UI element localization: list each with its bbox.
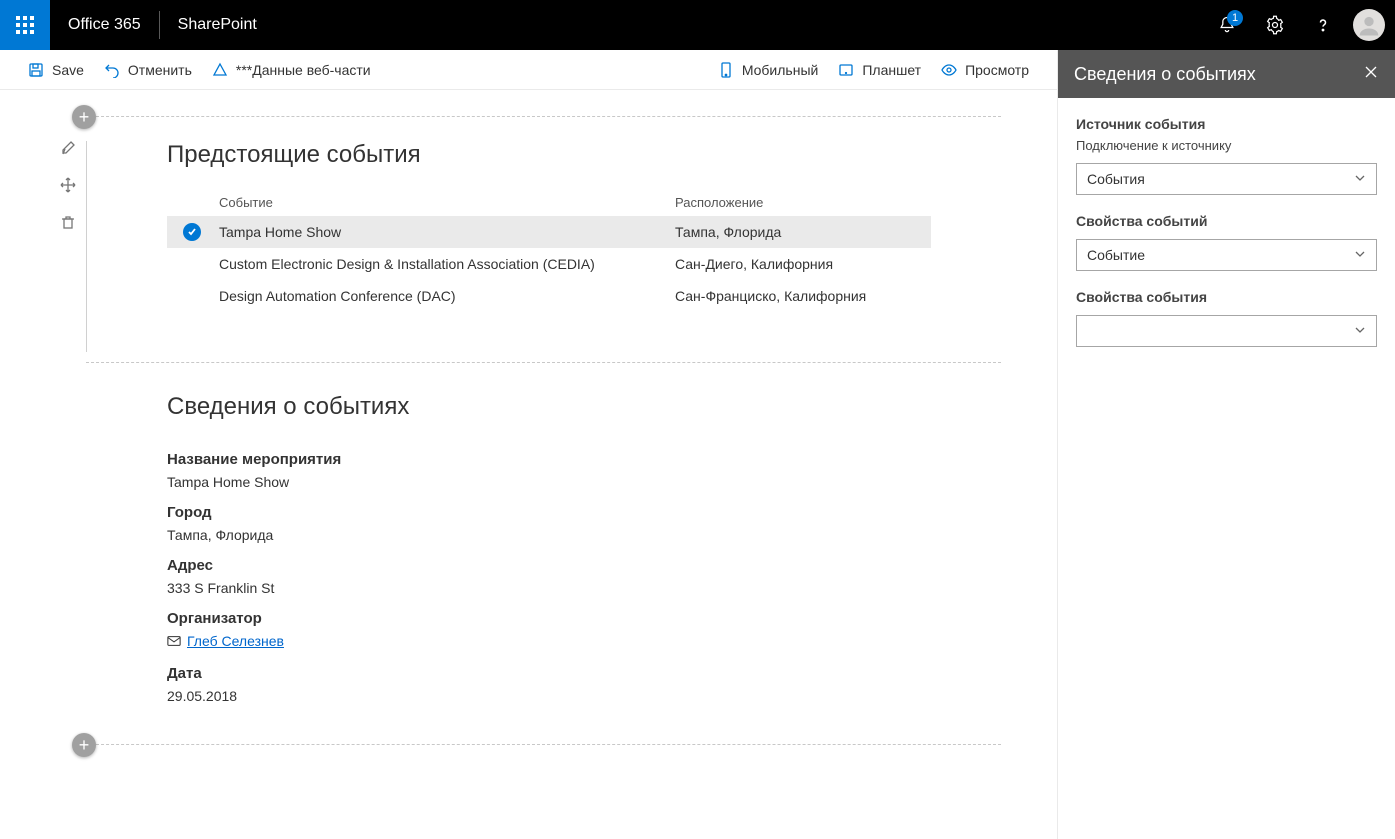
app-name-label[interactable]: SharePoint (160, 16, 275, 34)
add-section-button-bottom[interactable]: + (72, 733, 96, 757)
add-section-button-top[interactable]: + (72, 105, 96, 129)
table-header: Событие Расположение (167, 189, 931, 216)
tablet-label: Планшет (862, 62, 921, 78)
tablet-icon (838, 62, 854, 78)
organizer-label: Организатор (167, 610, 931, 627)
city-value: Тампа, Флорида (167, 527, 931, 543)
panel-close-button[interactable] (1363, 64, 1379, 85)
props-heading: Свойства событий (1076, 213, 1377, 229)
notifications-button[interactable]: 1 (1203, 0, 1251, 50)
source-heading: Источник события (1076, 116, 1377, 132)
cell-event: Design Automation Conference (DAC) (219, 288, 675, 304)
cell-location: Сан-Франциско, Калифорния (675, 288, 931, 304)
name-label: Название мероприятия (167, 451, 931, 468)
cancel-button[interactable]: Отменить (94, 50, 202, 90)
webpart-data-label: ***Данные веб-части (236, 62, 371, 78)
app-launcher-button[interactable] (0, 0, 50, 50)
date-value: 29.05.2018 (167, 688, 931, 704)
mail-icon (167, 634, 181, 648)
col-header-location: Расположение (675, 195, 931, 210)
date-label: Дата (167, 665, 931, 682)
name-value: Tampa Home Show (167, 474, 931, 490)
source-dropdown-value: События (1087, 171, 1145, 187)
event-prop-heading: Свойства события (1076, 289, 1377, 305)
settings-button[interactable] (1251, 0, 1299, 50)
mobile-icon (718, 62, 734, 78)
mobile-view-button[interactable]: Мобильный (708, 50, 829, 90)
chevron-down-icon (1354, 171, 1366, 187)
preview-label: Просмотр (965, 62, 1029, 78)
edit-icon (60, 140, 76, 156)
address-value: 333 S Franklin St (167, 580, 931, 596)
move-webpart-button[interactable] (60, 177, 76, 196)
webpart-edit-rail (60, 140, 76, 233)
check-icon (183, 223, 201, 241)
canvas-area: Save Отменить ***Данные веб-части Мобиль… (0, 50, 1057, 839)
move-icon (60, 177, 76, 193)
event-details-webpart: Сведения о событиях Название мероприятия… (86, 393, 1001, 704)
connect-label: Подключение к источнику (1076, 138, 1377, 153)
save-button[interactable]: Save (18, 50, 94, 90)
table-row[interactable]: Design Automation Conference (DAC)Сан-Фр… (167, 280, 931, 312)
property-panel: Сведения о событиях Источник события Под… (1057, 50, 1395, 839)
close-icon (1363, 64, 1379, 80)
brand-label[interactable]: Office 365 (50, 16, 159, 34)
cell-location: Тампа, Флорида (675, 224, 931, 240)
preview-button[interactable]: Просмотр (931, 50, 1039, 90)
city-label: Город (167, 504, 931, 521)
eye-icon (941, 62, 957, 78)
question-icon (1313, 15, 1333, 35)
source-dropdown[interactable]: События (1076, 163, 1377, 195)
props-dropdown-value: Событие (1087, 247, 1145, 263)
chevron-down-icon (1354, 247, 1366, 263)
section-divider-bottom: + (86, 744, 1001, 745)
organizer-value: Глеб Селезнев (187, 633, 284, 649)
cell-location: Сан-Диего, Калифорния (675, 256, 931, 272)
undo-icon (104, 62, 120, 78)
gear-icon (1265, 15, 1285, 35)
help-button[interactable] (1299, 0, 1347, 50)
cancel-label: Отменить (128, 62, 192, 78)
props-dropdown[interactable]: Событие (1076, 239, 1377, 271)
tablet-view-button[interactable]: Планшет (828, 50, 931, 90)
event-prop-dropdown[interactable] (1076, 315, 1377, 347)
delete-webpart-button[interactable] (60, 214, 76, 233)
cell-event: Tampa Home Show (219, 224, 675, 240)
panel-title: Сведения о событиях (1074, 64, 1256, 85)
upcoming-title: Предстоящие события (167, 141, 931, 169)
table-row[interactable]: Tampa Home ShowТампа, Флорида (167, 216, 931, 248)
command-bar: Save Отменить ***Данные веб-части Мобиль… (0, 50, 1057, 90)
row-select[interactable] (167, 223, 219, 241)
account-avatar[interactable] (1353, 9, 1385, 41)
organizer-link[interactable]: Глеб Селезнев (167, 633, 284, 649)
trash-icon (60, 214, 76, 230)
webpart-data-button[interactable]: ***Данные веб-части (202, 50, 381, 90)
section-divider-mid (86, 362, 1001, 363)
cell-event: Custom Electronic Design & Installation … (219, 256, 675, 272)
details-title: Сведения о событиях (167, 393, 931, 421)
waffle-icon (16, 16, 34, 34)
edit-webpart-button[interactable] (60, 140, 76, 159)
panel-header: Сведения о событиях (1058, 50, 1395, 98)
upcoming-events-webpart: Предстоящие события Событие Расположение… (86, 141, 1001, 352)
save-label: Save (52, 62, 84, 78)
person-icon (1355, 11, 1383, 39)
col-header-event: Событие (167, 195, 675, 210)
section-divider-top: + (86, 116, 1001, 117)
mobile-label: Мобильный (742, 62, 819, 78)
address-label: Адрес (167, 557, 931, 574)
table-row[interactable]: Custom Electronic Design & Installation … (167, 248, 931, 280)
notification-badge: 1 (1227, 10, 1243, 26)
warning-triangle-icon (212, 62, 228, 78)
chevron-down-icon (1354, 323, 1366, 339)
suite-bar: Office 365 SharePoint 1 (0, 0, 1395, 50)
save-icon (28, 62, 44, 78)
